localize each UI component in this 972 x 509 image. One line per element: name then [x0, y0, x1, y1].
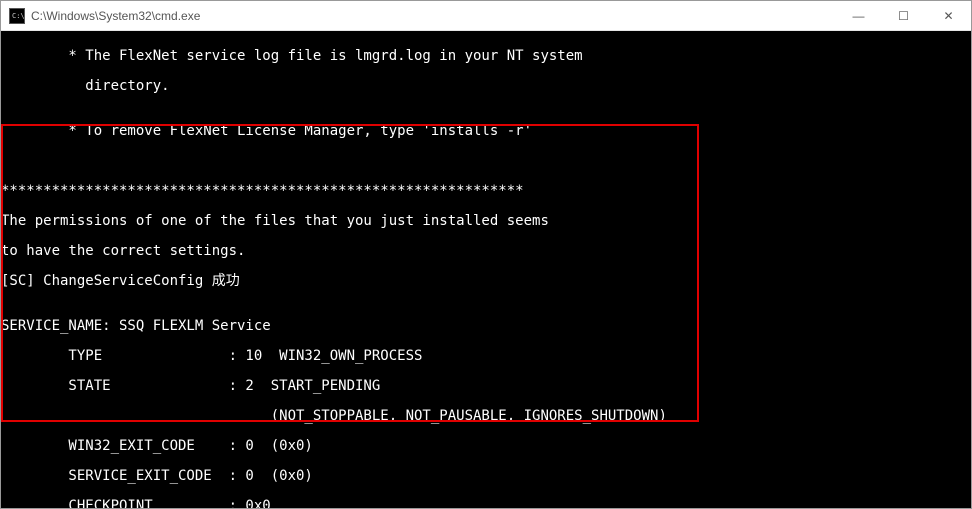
maximize-button[interactable]: ☐	[881, 1, 926, 30]
cmd-icon: C:\	[9, 8, 25, 24]
console-line: ****************************************…	[1, 184, 971, 199]
console-line: to have the correct settings.	[1, 244, 971, 259]
console-line: WIN32_EXIT_CODE : 0 (0x0)	[1, 439, 971, 454]
console-line: SERVICE_EXIT_CODE : 0 (0x0)	[1, 469, 971, 484]
console-line: (NOT_STOPPABLE, NOT_PAUSABLE, IGNORES_SH…	[1, 409, 971, 424]
console-line: * To remove FlexNet License Manager, typ…	[1, 124, 971, 139]
cmd-window: C:\ C:\Windows\System32\cmd.exe — ☐ ✕ * …	[0, 0, 972, 509]
console-output[interactable]: * The FlexNet service log file is lmgrd.…	[1, 31, 971, 508]
minimize-button[interactable]: —	[836, 1, 881, 30]
console-line: The permissions of one of the files that…	[1, 214, 971, 229]
console-line: CHECKPOINT : 0x0	[1, 499, 971, 508]
titlebar[interactable]: C:\ C:\Windows\System32\cmd.exe — ☐ ✕	[1, 1, 971, 31]
console-line: [SC] ChangeServiceConfig 成功	[1, 274, 971, 289]
console-line: * The FlexNet service log file is lmgrd.…	[1, 49, 971, 64]
svg-text:C:\: C:\	[12, 12, 24, 20]
console-line: SERVICE_NAME: SSQ FLEXLM Service	[1, 319, 971, 334]
console-line: TYPE : 10 WIN32_OWN_PROCESS	[1, 349, 971, 364]
window-controls: — ☐ ✕	[836, 1, 971, 30]
close-button[interactable]: ✕	[926, 1, 971, 30]
console-line: STATE : 2 START_PENDING	[1, 379, 971, 394]
window-title: C:\Windows\System32\cmd.exe	[31, 9, 836, 23]
console-line: directory.	[1, 79, 971, 94]
